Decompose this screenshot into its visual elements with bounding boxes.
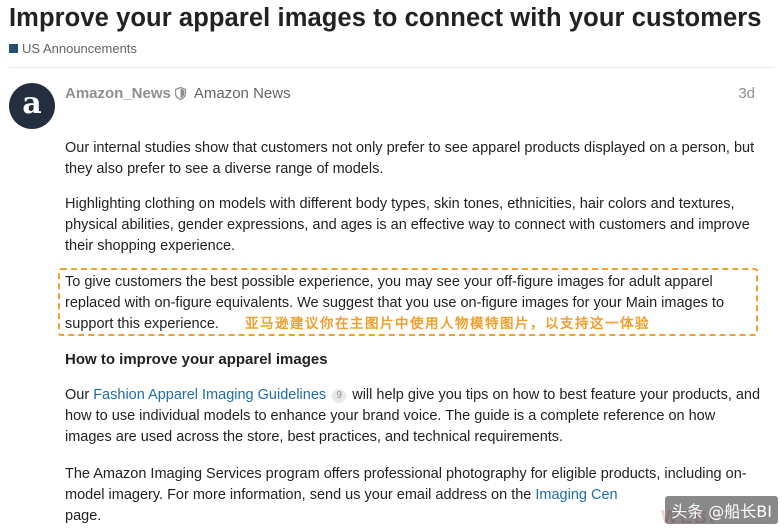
- paragraph-text: Our internal studies show that customers…: [65, 140, 755, 177]
- paragraph-text: The Amazon Imaging Services program offe…: [65, 464, 765, 527]
- section-heading: How to improve your apparel images: [65, 351, 328, 368]
- post-date[interactable]: 3d: [738, 85, 755, 102]
- post-paragraph-5: The Amazon Imaging Services program offe…: [65, 464, 765, 527]
- avatar[interactable]: a: [9, 83, 55, 129]
- post-paragraph-3: To give customers the best possible expe…: [65, 272, 765, 335]
- watermark: 头条 @船长BI: [665, 496, 778, 524]
- category-label[interactable]: US Announcements: [22, 41, 137, 56]
- guidelines-link[interactable]: Fashion Apparel Imaging Guidelines: [93, 387, 326, 403]
- paragraph-5-before: The Amazon Imaging Services program offe…: [65, 466, 747, 503]
- username[interactable]: Amazon_News: [65, 85, 171, 102]
- topic-divider: [9, 67, 774, 68]
- annotation-note: 亚马逊建议你在主图片中使用人物模特图片，以支持这一体验: [244, 316, 650, 332]
- post-paragraph-1: Our internal studies show that customers…: [65, 138, 765, 180]
- post-meta: Amazon_News Amazon News: [65, 85, 291, 102]
- paragraph-text: To give customers the best possible expe…: [65, 272, 765, 335]
- imaging-center-link[interactable]: Imaging Cen: [535, 487, 617, 503]
- category-color-square: [9, 44, 18, 53]
- link-click-count: 9: [332, 389, 347, 403]
- shield-icon: [174, 87, 186, 100]
- paragraph-5-after: page.: [65, 508, 102, 524]
- watermark-text: 头条 @船长BI: [671, 502, 772, 521]
- topic-title[interactable]: Improve your apparel images to connect w…: [9, 4, 762, 33]
- full-name: Amazon News: [193, 85, 291, 102]
- post-paragraph-4: Our Fashion Apparel Imaging Guidelines 9…: [65, 385, 765, 448]
- paragraph-text: Highlighting clothing on models with dif…: [65, 196, 750, 254]
- category-badge[interactable]: US Announcements: [9, 41, 137, 56]
- paragraph-4-before: Our: [65, 387, 94, 403]
- post-paragraph-2: Highlighting clothing on models with dif…: [65, 194, 765, 257]
- paragraph-text: Our Fashion Apparel Imaging Guidelines 9…: [65, 385, 765, 448]
